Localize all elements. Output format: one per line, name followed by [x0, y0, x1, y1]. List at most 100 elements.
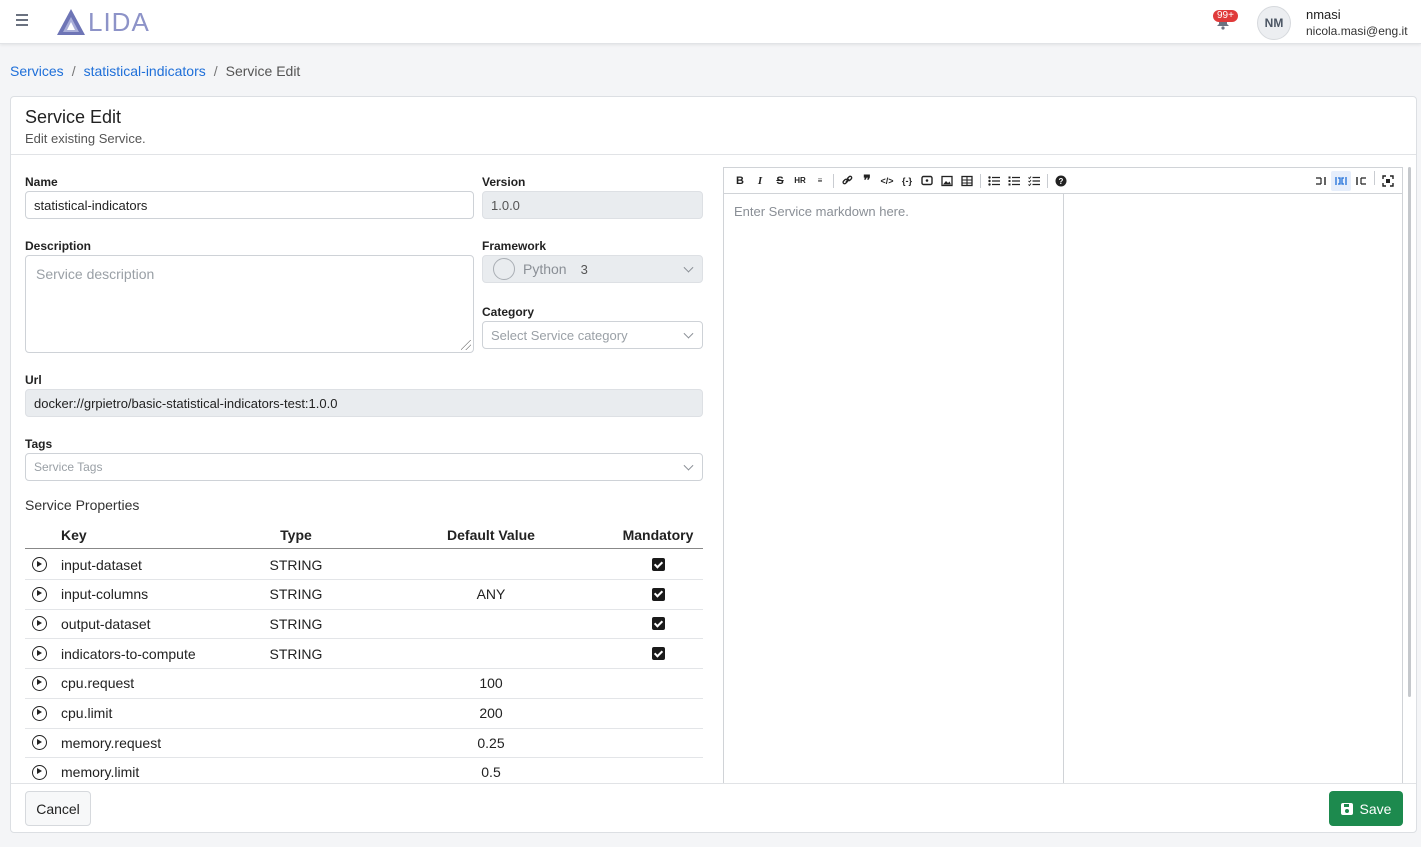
- property-mandatory: [615, 758, 701, 783]
- property-mandatory: [615, 580, 701, 609]
- help-icon[interactable]: ?: [1051, 171, 1071, 191]
- category-select[interactable]: Select Service category: [482, 321, 703, 349]
- expand-row-icon[interactable]: [32, 735, 47, 751]
- page-title: Service Edit: [25, 107, 122, 127]
- table-icon[interactable]: [957, 171, 977, 191]
- ordered-list-icon[interactable]: [1004, 171, 1024, 191]
- expand-row-icon[interactable]: [32, 675, 47, 691]
- property-key: memory.request: [61, 734, 162, 751]
- top-bar: LIDA 99+ NM nmasi nicola.masi@eng.it: [0, 0, 1421, 44]
- chevron-down-icon: [683, 262, 694, 273]
- service-edit-card: Service Edit Edit existing Service. Name…: [10, 96, 1417, 833]
- url-label: Url: [25, 373, 42, 387]
- checklist-icon[interactable]: [1024, 171, 1044, 191]
- property-default-value: ANY: [476, 586, 506, 603]
- unordered-list-icon[interactable]: [984, 171, 1004, 191]
- property-key: input-dataset: [61, 556, 142, 573]
- chevron-down-icon: [683, 328, 694, 339]
- save-button[interactable]: Save: [1329, 791, 1403, 826]
- link-icon[interactable]: [837, 171, 857, 191]
- markdown-editor: B I S HR ≡ ❞ </> {-} ? Enter Service mar…: [723, 167, 1403, 783]
- italic-icon[interactable]: I: [750, 171, 770, 191]
- property-type: [247, 758, 345, 783]
- svg-text:?: ?: [1059, 177, 1064, 186]
- strikethrough-icon[interactable]: S: [770, 171, 790, 191]
- table-row[interactable]: indicators-to-compute STRING: [25, 639, 703, 670]
- table-row[interactable]: input-dataset STRING: [25, 550, 703, 580]
- table-row[interactable]: cpu.limit 200: [25, 699, 703, 729]
- edit-mode-icon[interactable]: [1311, 171, 1331, 191]
- description-textarea[interactable]: Service description: [25, 255, 474, 353]
- table-row[interactable]: memory.request 0.25: [25, 728, 703, 759]
- tags-label: Tags: [25, 437, 53, 451]
- property-default-value: 100: [479, 675, 503, 692]
- expand-row-icon[interactable]: [32, 586, 47, 602]
- footer-divider: [11, 783, 1416, 784]
- user-name: nmasi: [1306, 7, 1341, 22]
- category-label: Category: [482, 305, 535, 319]
- breadcrumb-separator: /: [71, 63, 76, 79]
- property-type: STRING: [269, 556, 323, 573]
- resize-handle-icon[interactable]: [461, 340, 471, 350]
- table-row[interactable]: cpu.request 100: [25, 669, 703, 699]
- editor-view-controls: [1311, 171, 1398, 191]
- code-block-icon[interactable]: {-}: [897, 171, 917, 191]
- expand-row-icon[interactable]: [32, 616, 47, 632]
- properties-table: Key Type Default Value Mandatory input-d…: [25, 521, 703, 783]
- expand-row-icon[interactable]: [32, 646, 47, 662]
- code-icon[interactable]: </>: [877, 171, 897, 191]
- breadcrumb-services[interactable]: Services: [10, 63, 64, 79]
- column-header-type[interactable]: Type: [247, 521, 345, 548]
- property-type: [247, 728, 345, 757]
- service-properties-title: Service Properties: [25, 497, 140, 513]
- chevron-down-icon: [683, 460, 694, 471]
- name-label: Name: [25, 175, 58, 189]
- bold-icon[interactable]: B: [730, 171, 750, 191]
- editor-placeholder: Enter Service markdown here.: [734, 204, 909, 219]
- hamburger-menu-icon[interactable]: [16, 14, 30, 28]
- preview-mode-icon[interactable]: [1351, 171, 1371, 191]
- image-icon[interactable]: [937, 171, 957, 191]
- table-row[interactable]: memory.limit 0.5: [25, 758, 703, 783]
- version-value: 1.0.0: [491, 197, 520, 213]
- tags-select[interactable]: Service Tags: [25, 453, 703, 481]
- notification-badge[interactable]: 99+: [1213, 10, 1238, 22]
- markdown-input-pane[interactable]: Enter Service markdown here.: [724, 194, 1064, 783]
- cancel-button[interactable]: Cancel: [25, 791, 91, 826]
- avatar[interactable]: NM: [1257, 6, 1291, 40]
- toolbar-separator: [1374, 171, 1375, 185]
- breadcrumb-service[interactable]: statistical-indicators: [84, 63, 206, 79]
- quote-icon[interactable]: ❞: [857, 171, 877, 191]
- app-logo[interactable]: LIDA: [56, 6, 150, 37]
- property-key: cpu.request: [61, 675, 135, 692]
- description-label: Description: [25, 239, 92, 253]
- name-input[interactable]: statistical-indicators: [25, 191, 474, 219]
- column-header-mandatory[interactable]: Mandatory: [615, 521, 701, 548]
- property-mandatory: [615, 609, 701, 638]
- logo-text: LIDA: [88, 6, 150, 37]
- split-mode-icon[interactable]: [1331, 171, 1351, 191]
- table-row[interactable]: input-columns STRING ANY: [25, 580, 703, 610]
- table-row[interactable]: output-dataset STRING: [25, 609, 703, 640]
- save-icon: [1340, 802, 1353, 815]
- title-icon[interactable]: ≡: [810, 171, 830, 191]
- framework-select: Python 3: [482, 255, 703, 283]
- tags-placeholder: Service Tags: [34, 460, 103, 474]
- property-key: indicators-to-compute: [61, 645, 196, 662]
- property-mandatory: [615, 639, 701, 668]
- expand-row-icon[interactable]: [32, 557, 47, 572]
- horizontal-rule-icon[interactable]: HR: [790, 171, 810, 191]
- property-key: memory.limit: [61, 764, 140, 781]
- column-header-default-value[interactable]: Default Value: [425, 521, 557, 548]
- breadcrumb-current: Service Edit: [225, 63, 301, 79]
- expand-row-icon[interactable]: [32, 764, 47, 780]
- column-header-key[interactable]: Key: [61, 521, 87, 548]
- toolbar-separator: [833, 173, 834, 188]
- editor-toolbar: B I S HR ≡ ❞ </> {-} ?: [724, 167, 1402, 194]
- url-value: docker://grpietro/basic-statistical-indi…: [34, 395, 338, 411]
- scrollbar[interactable]: [1408, 167, 1411, 697]
- fullscreen-icon[interactable]: [1378, 171, 1398, 191]
- comment-icon[interactable]: [917, 171, 937, 191]
- expand-row-icon[interactable]: [32, 705, 47, 721]
- toolbar-separator: [1047, 173, 1048, 188]
